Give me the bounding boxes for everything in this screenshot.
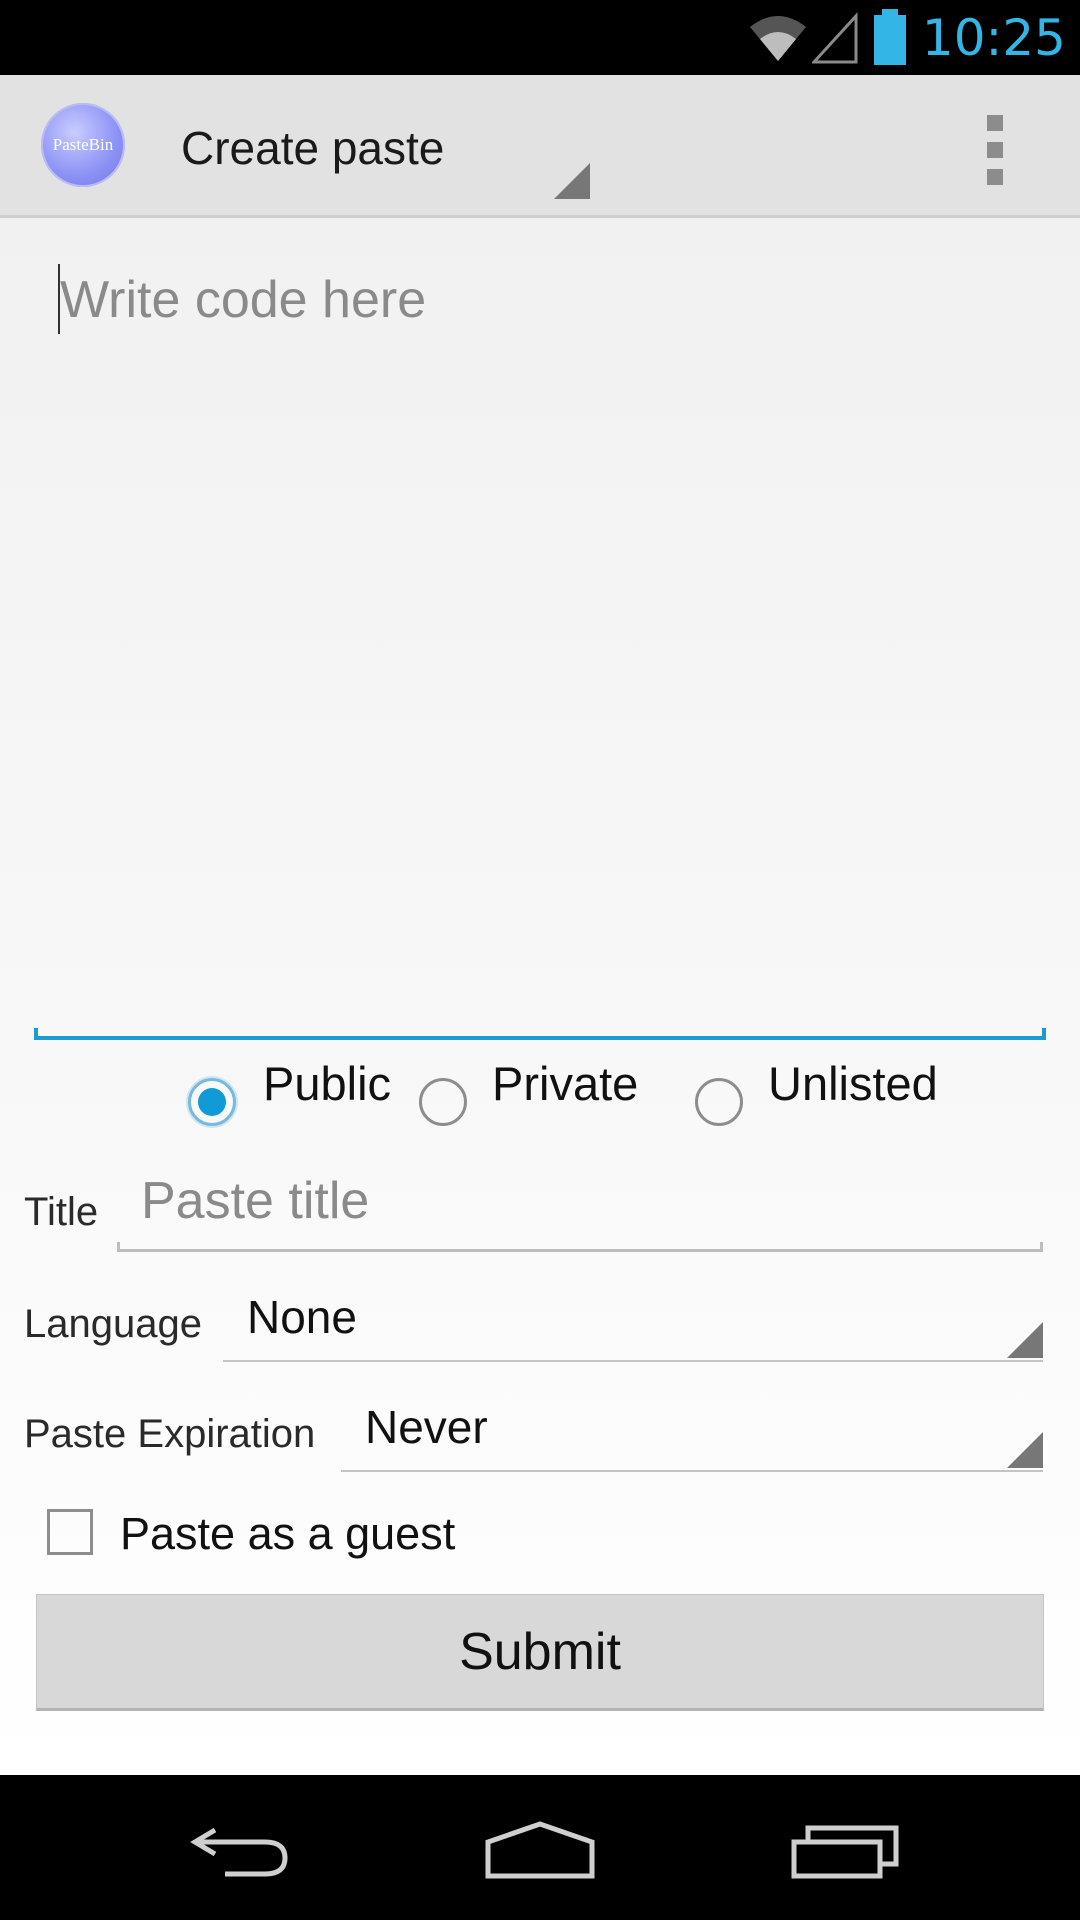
- status-icons: 10:25: [748, 6, 1066, 70]
- home-icon: [485, 1821, 595, 1879]
- navigation-spinner[interactable]: Create paste: [150, 75, 590, 215]
- home-button[interactable]: [470, 1805, 610, 1895]
- recent-apps-button[interactable]: [775, 1805, 915, 1895]
- guest-checkbox-label[interactable]: Paste as a guest: [120, 1508, 455, 1560]
- radio-public-circle[interactable]: [188, 1078, 236, 1126]
- title-underline: [117, 1242, 1043, 1252]
- code-placeholder: Write code here: [60, 271, 427, 329]
- language-underline: [223, 1360, 1043, 1362]
- wifi-icon: [749, 16, 806, 61]
- radio-unlisted-circle[interactable]: [695, 1078, 743, 1126]
- expiration-label: Paste Expiration: [24, 1412, 316, 1456]
- submit-button[interactable]: Submit: [36, 1594, 1044, 1711]
- visibility-radio-group: Public Private Unlisted: [0, 1056, 1080, 1136]
- clock: 10:25: [921, 9, 1066, 67]
- status-bar: 10:25: [0, 0, 1080, 75]
- language-spinner[interactable]: None: [223, 1290, 1043, 1362]
- editor-underline: [34, 1028, 1046, 1040]
- radio-unlisted-label[interactable]: Unlisted: [768, 1056, 938, 1111]
- title-field[interactable]: [117, 1171, 1067, 1252]
- language-value: None: [247, 1291, 357, 1343]
- overflow-menu-icon[interactable]: [970, 115, 1022, 185]
- guest-checkbox[interactable]: [47, 1509, 93, 1555]
- app-logo-text: PasteBin: [52, 135, 114, 154]
- app-logo[interactable]: PasteBin: [41, 103, 125, 187]
- radio-public-label[interactable]: Public: [263, 1056, 391, 1111]
- language-dropdown-icon: [1007, 1322, 1043, 1358]
- code-editor[interactable]: Write code here: [34, 218, 1046, 1040]
- expiration-dropdown-icon: [1007, 1432, 1043, 1468]
- cell-signal-icon: [811, 12, 858, 64]
- radio-private-label[interactable]: Private: [492, 1056, 638, 1111]
- spinner-arrow-icon: [554, 163, 590, 199]
- expiration-underline: [341, 1470, 1043, 1472]
- expiration-value: Never: [365, 1401, 488, 1453]
- title-input[interactable]: [117, 1171, 1067, 1231]
- back-icon: [190, 1827, 288, 1877]
- navigation-bar: [0, 1775, 1080, 1920]
- expiration-spinner[interactable]: Never: [341, 1400, 1043, 1472]
- page-title: Create paste: [181, 122, 445, 174]
- back-button[interactable]: [170, 1805, 310, 1895]
- action-bar: PasteBin Create paste: [0, 75, 1080, 218]
- recent-apps-icon: [791, 1825, 899, 1879]
- title-label: Title: [24, 1190, 99, 1234]
- paste-form: Write code here Public Private Unlisted …: [0, 218, 1080, 1775]
- language-label: Language: [24, 1302, 202, 1346]
- radio-private-circle[interactable]: [419, 1078, 467, 1126]
- battery-icon: [873, 9, 906, 65]
